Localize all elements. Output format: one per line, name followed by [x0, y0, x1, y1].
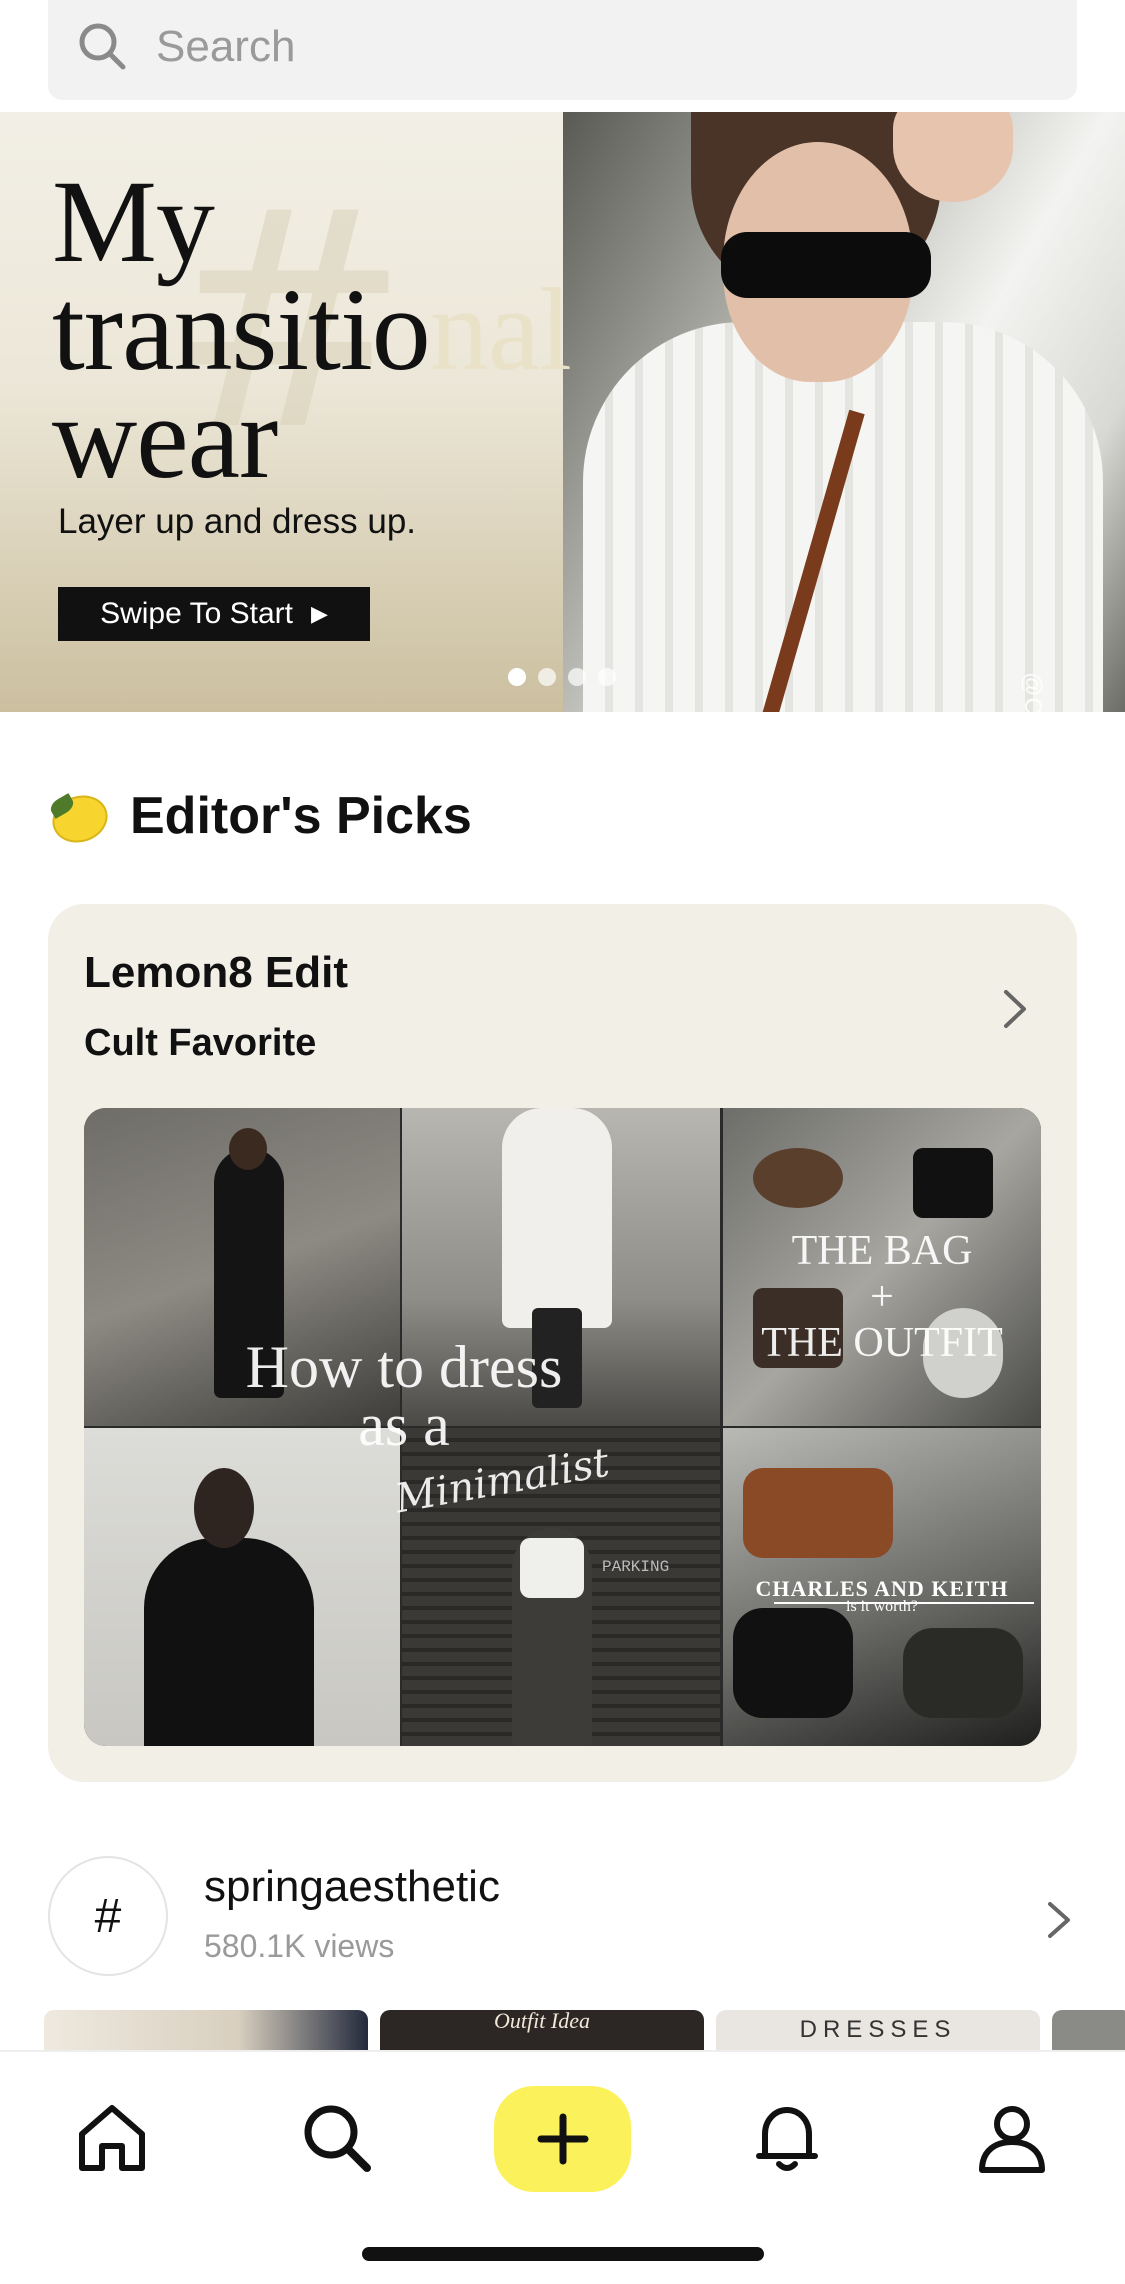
pagination-dot[interactable] [598, 668, 616, 686]
collage-headline: How to dress as a [245, 1334, 563, 1458]
hashtag-icon: # [48, 1856, 168, 1976]
pagination-dot[interactable] [538, 668, 556, 686]
thumbnail-text: Outfit Idea [494, 2010, 590, 2033]
chevron-right-icon[interactable] [1000, 984, 1030, 1034]
nav-profile-button[interactable] [956, 2082, 1068, 2194]
section-title: Editor's Picks [130, 787, 472, 845]
thumbnail[interactable] [1052, 2010, 1125, 2050]
hashtag-views: 580.1K views [204, 1928, 395, 1964]
home-icon [79, 2105, 145, 2171]
banner-title: My transitional wear [52, 163, 1112, 497]
profile-icon [979, 2106, 1045, 2173]
banner-title-line2-light: nal [429, 264, 572, 395]
collage-bag-text: THE BAG + THE OUTFIT [723, 1228, 1041, 1366]
nav-home-button[interactable] [56, 2082, 168, 2194]
play-triangle-icon: ▶ [310, 601, 328, 626]
bell-icon [756, 2107, 818, 2171]
lemon8-edit-card[interactable]: Lemon8 Edit Cult Favorite PARKING How to… [48, 904, 1077, 1782]
collage-tile [84, 1428, 400, 1746]
banner-pagination [508, 668, 616, 686]
home-indicator[interactable] [362, 2247, 764, 2261]
card-subtitle: Cult Favorite [84, 1022, 317, 1064]
collage-image[interactable]: PARKING How to dress as a Minimalist THE… [84, 1108, 1041, 1746]
photo-credit: @Clara Serrada [1018, 672, 1046, 712]
nav-notifications-button[interactable] [731, 2082, 843, 2194]
collage-brand-subtext: is it worth? [846, 1598, 918, 1615]
pagination-dot[interactable] [508, 668, 526, 686]
banner-title-line3: wear [52, 372, 278, 503]
swipe-to-start-button[interactable]: Swipe To Start ▶ [58, 587, 370, 641]
lemon-icon [46, 788, 114, 850]
nav-create-button[interactable] [494, 2086, 631, 2192]
nav-search-button[interactable] [281, 2082, 393, 2194]
thumbnail[interactable]: Outfit Idea [380, 2010, 704, 2050]
hero-banner[interactable]: # My transitional wear Layer up and dres… [0, 112, 1125, 712]
plus-icon [537, 2113, 588, 2165]
search-icon [79, 23, 126, 70]
hashtag-name: springaesthetic [204, 1862, 500, 1911]
hashtag-row[interactable]: # springaesthetic 580.1K views [48, 1856, 1077, 1978]
bag-text-line1: THE BAG [791, 1228, 973, 1274]
swipe-to-start-label: Swipe To Start [100, 597, 293, 630]
pagination-dot[interactable] [568, 668, 586, 686]
bag-text-line2: + [870, 1274, 894, 1320]
card-title: Lemon8 Edit [84, 948, 349, 997]
thumbnail[interactable]: DRESSES [716, 2010, 1040, 2050]
thumbnail[interactable] [44, 2010, 368, 2050]
chevron-right-icon[interactable] [1044, 1896, 1074, 1944]
hashtag-thumbnails: Outfit Idea DRESSES [44, 2010, 1125, 2050]
search-icon [304, 2105, 371, 2172]
search-input[interactable] [156, 18, 1036, 76]
bag-text-line3: THE OUTFIT [761, 1320, 1003, 1366]
parking-sign-text: PARKING [602, 1558, 670, 1576]
search-bar[interactable] [48, 0, 1077, 100]
editors-picks-header: Editor's Picks [46, 786, 472, 850]
thumbnail-text: DRESSES [799, 2016, 957, 2043]
banner-subtitle: Layer up and dress up. [58, 502, 417, 541]
